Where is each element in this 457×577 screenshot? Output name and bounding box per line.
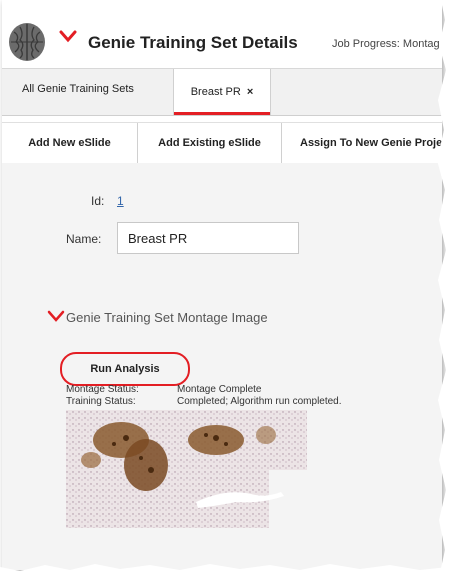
torn-edge-bottom [0,564,457,577]
tab-breast-pr[interactable]: Breast PR × [173,69,271,115]
chevron-down-icon[interactable] [59,30,77,44]
id-label: Id: [91,194,105,208]
name-label: Name: [66,232,102,246]
add-existing-eslide-button[interactable]: Add Existing eSlide [138,123,282,163]
run-analysis-button[interactable]: Run Analysis [60,352,190,386]
tab-bar: All Genie Training Sets Breast PR × [2,69,442,116]
app-window: Genie Training Set Details Job Progress:… [2,0,442,570]
montage-status-label: Montage Status: [66,384,139,395]
job-progress: Job Progress: Montag [332,38,440,50]
active-tab-indicator [174,112,270,115]
assign-to-new-genie-project-button[interactable]: Assign To New Genie Proje [282,123,442,163]
toolbar: Add New eSlide Add Existing eSlide Assig… [2,122,442,164]
brain-logo-icon [9,23,45,61]
training-status-label: Training Status: [66,396,136,407]
section-title[interactable]: Genie Training Set Montage Image [66,310,268,325]
montage-image [66,410,307,528]
id-value-link[interactable]: 1 [117,194,124,208]
torn-edge-right [437,0,457,577]
add-new-eslide-button[interactable]: Add New eSlide [2,123,138,163]
section-chevron-icon[interactable] [47,310,65,322]
montage-status-value: Montage Complete [177,384,262,395]
name-field[interactable] [117,222,299,254]
page-title: Genie Training Set Details [88,33,298,52]
training-status-value: Completed; Algorithm run completed. [177,396,342,407]
header: Genie Training Set Details Job Progress:… [2,0,442,69]
tab-label: Breast PR [190,86,241,98]
tab-label: All Genie Training Sets [22,83,134,95]
tab-all-genie-training-sets[interactable]: All Genie Training Sets [22,83,134,95]
close-icon[interactable]: × [247,86,253,98]
main-content: Id: 1 Name: Genie Training Set Montage I… [2,163,442,570]
